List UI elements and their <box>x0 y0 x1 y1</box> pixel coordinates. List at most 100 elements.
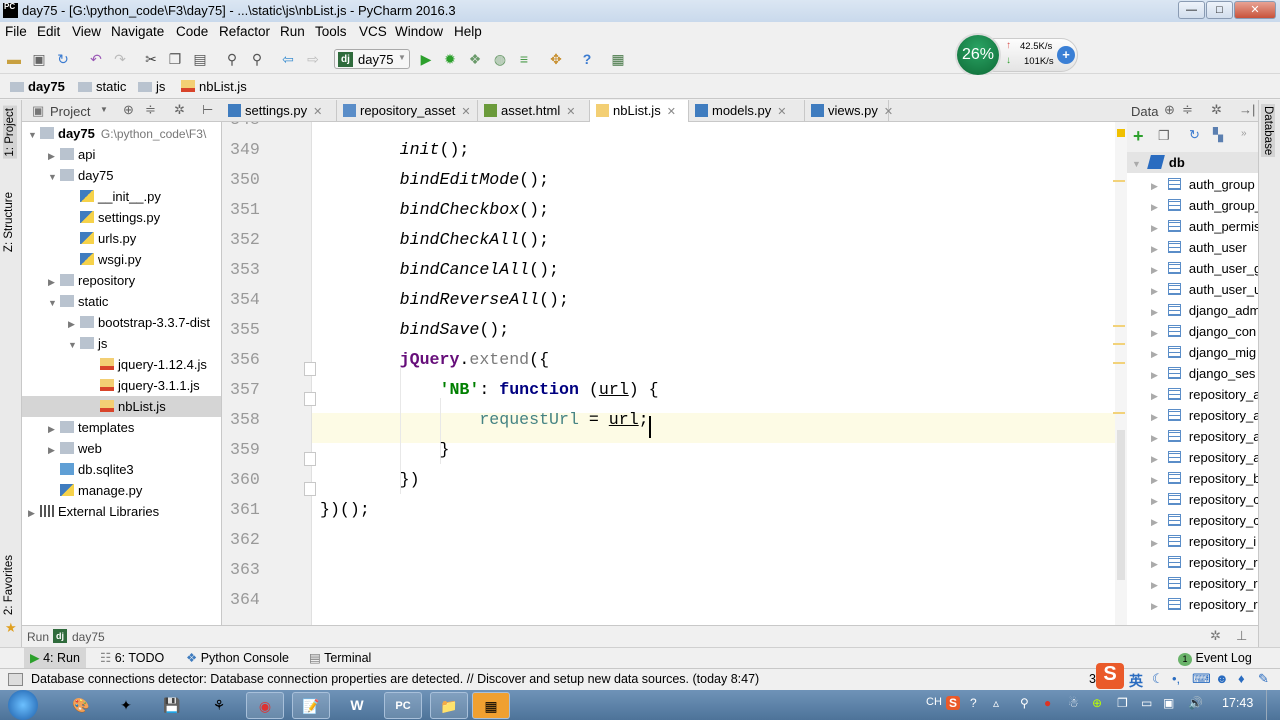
db-table-item[interactable]: ▶ repository_r <box>1127 573 1258 594</box>
scrollbar-thumb[interactable] <box>1117 430 1125 580</box>
collapsed-arrow-icon[interactable]: ▶ <box>1151 391 1158 401</box>
project-tree-item[interactable]: settings.py <box>68 207 160 228</box>
error-stripe-mark[interactable] <box>1113 362 1125 364</box>
collapsed-arrow-icon[interactable]: ▶ <box>1151 265 1158 275</box>
coverage-icon[interactable]: ❖ <box>467 51 483 67</box>
collapsed-arrow-icon[interactable]: ▶ <box>48 272 60 293</box>
project-tree-item[interactable]: ▶ api <box>48 144 95 165</box>
start-button[interactable] <box>8 690 38 720</box>
chrome-icon[interactable]: ◉ <box>246 692 284 719</box>
close-tab-icon[interactable]: ✕ <box>313 106 322 118</box>
back-icon[interactable]: ⇦ <box>280 51 296 67</box>
project-tree-item[interactable]: urls.py <box>68 228 136 249</box>
db-table-item[interactable]: ▶ auth_user <box>1127 237 1247 258</box>
record-tray-icon[interactable]: ● <box>1044 696 1051 710</box>
app-icon[interactable]: ✦ <box>107 692 145 719</box>
run-config-dropdown[interactable]: dj day75 ▼ <box>334 49 410 69</box>
show-hidden-icons[interactable]: ▵ <box>993 696 999 710</box>
collapsed-arrow-icon[interactable]: ▶ <box>1151 349 1158 359</box>
collapsed-arrow-icon[interactable]: ▶ <box>1151 328 1158 338</box>
redo-icon[interactable]: ↷ <box>112 51 128 67</box>
input-language[interactable]: CH <box>926 696 942 708</box>
structure-tool-tab[interactable]: Z: Structure <box>3 192 15 252</box>
close-tab-icon[interactable]: ✕ <box>884 106 893 118</box>
project-tree-item[interactable]: jquery-1.12.4.js <box>88 354 207 375</box>
project-tree-item[interactable]: wsgi.py <box>68 249 141 270</box>
collapsed-arrow-icon[interactable]: ▶ <box>1151 244 1158 254</box>
minimize-button[interactable]: — <box>1178 1 1205 19</box>
menu-edit[interactable]: Edit <box>37 24 60 39</box>
breadcrumb-day75[interactable]: day75 <box>10 79 65 94</box>
error-stripe-mark[interactable] <box>1113 325 1125 327</box>
db-root[interactable]: ▼ db <box>1127 152 1258 173</box>
db-table-item[interactable]: ▶ auth_group_ <box>1127 195 1258 216</box>
menu-navigate[interactable]: Navigate <box>111 24 164 39</box>
collapsed-arrow-icon[interactable]: ▶ <box>1151 412 1158 422</box>
menu-vcs[interactable]: VCS <box>359 24 387 39</box>
project-tree-item[interactable]: jquery-3.1.1.js <box>88 375 200 396</box>
project-tree-item[interactable]: ▶ repository <box>48 270 135 291</box>
project-tool-tab[interactable]: 1: Project <box>3 106 17 159</box>
tool-tab-terminal[interactable]: ▤ Terminal <box>303 648 377 669</box>
database-tool-tab[interactable]: Database <box>1261 104 1275 158</box>
project-view-dropdown[interactable]: Project <box>50 104 90 119</box>
db-table-item[interactable]: ▶ auth_user_g <box>1127 258 1258 279</box>
collapsed-arrow-icon[interactable]: ▶ <box>1151 580 1158 590</box>
db-table-item[interactable]: ▶ repository_a <box>1127 384 1258 405</box>
fold-marker-icon[interactable] <box>304 362 316 376</box>
hide-panel-icon[interactable]: ⊢ <box>202 102 213 118</box>
help-tray-icon[interactable]: ? <box>970 696 977 710</box>
tray-app-icon[interactable]: ▣ <box>1163 696 1174 710</box>
collapsed-arrow-icon[interactable]: ▶ <box>1151 559 1158 569</box>
sogou-ime-icon[interactable]: S <box>1096 663 1124 689</box>
collapsed-arrow-icon[interactable]: ▶ <box>48 419 60 440</box>
close-button[interactable]: ✕ <box>1234 1 1276 19</box>
maximize-button[interactable]: □ <box>1206 1 1233 19</box>
cut-icon[interactable]: ✂ <box>143 51 159 67</box>
tray-app-icon[interactable]: ⚲ <box>1020 696 1029 710</box>
project-tree-item[interactable]: ▶ External Libraries <box>28 501 159 522</box>
favorites-tool-tab[interactable]: 2: Favorites <box>3 555 15 615</box>
collapsed-arrow-icon[interactable]: ▶ <box>1151 223 1158 233</box>
menu-tools[interactable]: Tools <box>315 24 347 39</box>
skin-icon[interactable]: ♦ <box>1238 671 1245 686</box>
sogou-tray-icon[interactable]: S <box>946 696 961 710</box>
collapsed-arrow-icon[interactable]: ▶ <box>1151 370 1158 380</box>
fold-marker-icon[interactable] <box>304 392 316 406</box>
inspection-status-icon[interactable] <box>1117 129 1125 137</box>
expanded-arrow-icon[interactable]: ▼ <box>68 335 80 356</box>
fold-marker-icon[interactable] <box>304 452 316 466</box>
collapsed-arrow-icon[interactable]: ▶ <box>48 440 60 461</box>
collapse-all-icon[interactable]: ≑ <box>145 102 156 118</box>
db-table-item[interactable]: ▶ repository_c <box>1127 489 1258 510</box>
paste-icon[interactable]: ▤ <box>192 51 208 67</box>
db-table-item[interactable]: ▶ auth_group <box>1127 174 1255 195</box>
explorer-icon[interactable]: 📁 <box>430 692 468 719</box>
db-table-item[interactable]: ▶ repository_r <box>1127 552 1258 573</box>
gear-icon[interactable]: ✲ <box>1210 628 1221 644</box>
tab-models-py[interactable]: models.py ✕ <box>689 100 805 122</box>
db-table-item[interactable]: ▶ django_mig <box>1127 342 1256 363</box>
gear-icon[interactable]: ✲ <box>1211 102 1222 118</box>
sync-schema-icon[interactable]: ▚ <box>1213 127 1223 143</box>
qq-tray-icon[interactable]: ☃ <box>1068 696 1079 710</box>
pycharm-taskbar-icon[interactable]: PC <box>384 692 422 719</box>
refresh-icon[interactable]: ↻ <box>1189 127 1200 143</box>
tab-settings-py[interactable]: settings.py ✕ <box>222 100 337 122</box>
expanded-arrow-icon[interactable]: ▼ <box>48 167 60 188</box>
expanded-arrow-icon[interactable]: ▼ <box>48 293 60 314</box>
debug-icon[interactable]: ✹ <box>442 51 458 67</box>
project-tree-item[interactable]: db.sqlite3 <box>48 459 134 480</box>
tool-tab-run[interactable]: ▶ 4: Run <box>24 648 86 669</box>
chevron-down-icon[interactable]: ▼ <box>100 105 108 114</box>
menu-view[interactable]: View <box>72 24 101 39</box>
run-config-tab[interactable]: day75 <box>72 630 105 644</box>
plus-icon[interactable]: + <box>1057 46 1075 64</box>
sync-icon[interactable]: ↻ <box>55 51 71 67</box>
project-tree-item[interactable]: manage.py <box>48 480 142 501</box>
collapsed-arrow-icon[interactable]: ▶ <box>48 146 60 167</box>
collapse-all-icon[interactable]: ≑ <box>1182 102 1193 118</box>
network-icon[interactable]: ▭ <box>1141 696 1152 710</box>
moon-icon[interactable]: ☾ <box>1152 671 1164 687</box>
word-icon[interactable]: W <box>338 692 376 719</box>
